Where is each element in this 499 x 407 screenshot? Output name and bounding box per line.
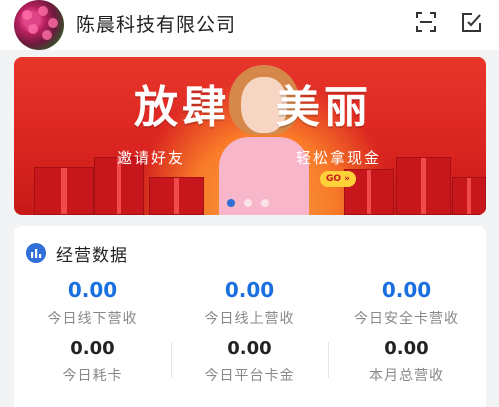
stat-value: 0.00 — [384, 338, 429, 359]
stat-value: 0.00 — [67, 278, 118, 302]
stat-monthly-revenue[interactable]: 0.00 本月总营收 — [328, 338, 485, 385]
stat-safe-card-revenue[interactable]: 0.00 今日安全卡营收 — [328, 278, 485, 328]
company-name: 陈晨科技有限公司 — [76, 14, 237, 36]
app-header: 陈晨科技有限公司 — [0, 0, 499, 50]
stat-offline-revenue[interactable]: 0.00 今日线下营收 — [14, 278, 171, 328]
banner-title-left: 放肆 — [134, 82, 230, 133]
banner-subtitle-left: 邀请好友 — [117, 149, 186, 167]
stat-label: 今日线上营收 — [204, 311, 295, 327]
stat-card-consumption[interactable]: 0.00 今日耗卡 — [14, 338, 171, 385]
scan-icon[interactable] — [414, 10, 438, 34]
edit-icon[interactable] — [460, 10, 484, 34]
avatar[interactable] — [14, 0, 64, 50]
promo-banner[interactable]: 放肆 美丽 邀请好友 轻松拿现金 GO » — [14, 57, 486, 215]
business-data-card: 经营数据 0.00 今日线下营收 0.00 今日线上营收 0.00 今日安全卡营… — [14, 226, 486, 407]
carousel-dot[interactable] — [227, 199, 235, 207]
stat-online-revenue[interactable]: 0.00 今日线上营收 — [171, 278, 328, 328]
stat-value: 0.00 — [70, 338, 115, 359]
stat-label: 本月总营收 — [369, 368, 444, 384]
bar-chart-icon — [26, 243, 46, 263]
stat-label: 今日平台卡金 — [204, 368, 295, 384]
carousel-dot[interactable] — [261, 199, 269, 207]
stat-value: 0.00 — [224, 278, 275, 302]
section-title: 经营数据 — [56, 246, 128, 266]
stat-label: 今日耗卡 — [62, 368, 123, 384]
stat-label: 今日安全卡营收 — [354, 311, 459, 327]
stat-label: 今日线下营收 — [47, 311, 138, 327]
banner-title-right: 美丽 — [276, 82, 372, 133]
gift-box — [149, 177, 204, 215]
banner-subtitle-right: 轻松拿现金 — [296, 149, 382, 167]
gift-box — [34, 167, 94, 215]
stat-value: 0.00 — [381, 278, 432, 302]
banner-go-button[interactable]: GO » — [320, 171, 356, 187]
stat-value: 0.00 — [227, 338, 272, 359]
gift-box — [452, 177, 486, 215]
carousel-dots — [227, 192, 278, 207]
carousel-dot[interactable] — [244, 199, 252, 207]
gift-box — [396, 157, 451, 215]
stat-platform-card-balance[interactable]: 0.00 今日平台卡金 — [171, 338, 328, 385]
